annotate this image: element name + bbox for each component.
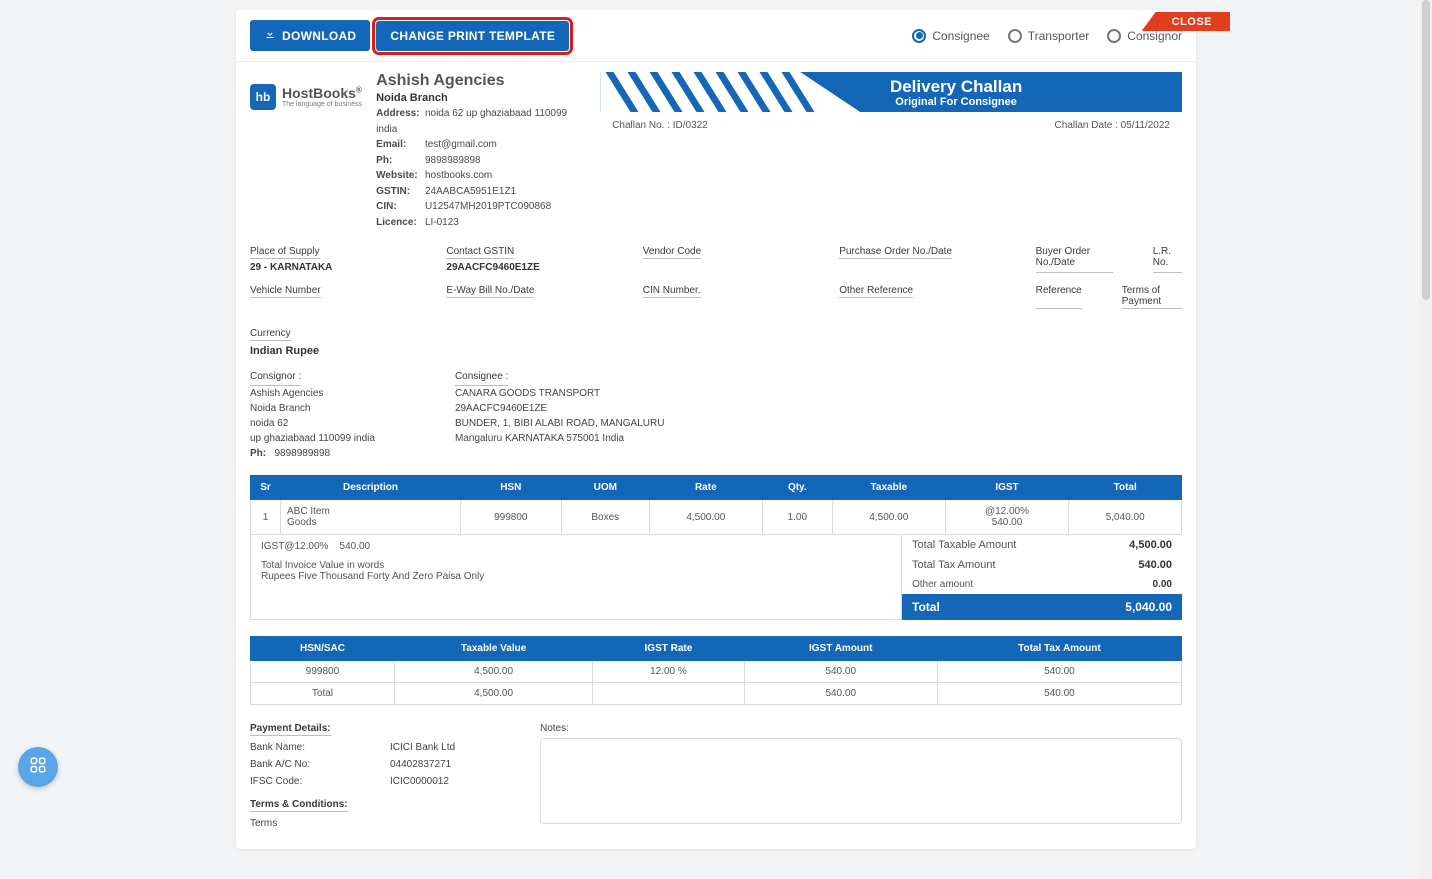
change-template-button[interactable]: CHANGE PRINT TEMPLATE — [376, 21, 569, 51]
buyer-order-label: Buyer Order No./Date — [1036, 246, 1113, 273]
lr-label: L.R. No. — [1153, 246, 1182, 273]
currency-label: Currency — [250, 328, 291, 341]
doc-subtitle: Original For Consignee — [895, 96, 1017, 108]
terms-payment-label: Terms of Payment — [1122, 285, 1182, 309]
po-label: Purchase Order No./Date — [839, 246, 952, 259]
company-branch: Noida Branch — [376, 92, 586, 104]
table-row: 1 ABC ItemGoods 999800 Boxes 4,500.00 1.… — [251, 500, 1182, 535]
radio-consignee[interactable]: Consignee — [912, 29, 989, 43]
payment-details: Payment Details: Bank Name:ICICI Bank Lt… — [250, 723, 510, 829]
grid-icon — [29, 756, 47, 779]
amount-in-words: IGST@12.00% 540.00 Total Invoice Value i… — [250, 535, 902, 620]
eway-label: E-Way Bill No./Date — [446, 285, 534, 298]
notes-section: Notes: — [540, 723, 1182, 829]
download-icon — [264, 28, 276, 43]
doc-title: Delivery Challan — [890, 77, 1022, 97]
consignor-block: Consignor : Ashish Agencies Noida Branch… — [250, 369, 375, 461]
close-button[interactable]: CLOSE — [1142, 12, 1230, 31]
challan-date: Challan Date : 05/11/2022 — [1055, 120, 1170, 131]
company-name: Ashish Agencies — [376, 72, 586, 90]
cin-label: CIN Number. — [643, 285, 701, 298]
info-grid: Place of Supply29 - KARNATAKA Contact GS… — [250, 246, 1182, 309]
doc-title-banner: Delivery Challan Original For Consignee — [600, 72, 1182, 112]
table-row: 9998004,500.0012.00 %540.00540.00 — [251, 661, 1182, 683]
radio-transporter[interactable]: Transporter — [1008, 29, 1090, 43]
download-button[interactable]: DOWNLOAD — [250, 20, 370, 51]
notes-box — [540, 738, 1182, 824]
copy-type-radios: Consignee Transporter Consignor — [912, 29, 1182, 43]
tax-summary-table: HSN/SAC Taxable Value IGST Rate IGST Amo… — [250, 636, 1182, 705]
table-row: Total4,500.00540.00540.00 — [251, 683, 1182, 705]
radio-icon — [1008, 29, 1022, 43]
currency-value: Indian Rupee — [250, 345, 1182, 357]
notes-label: Notes: — [540, 723, 569, 734]
consignee-block: Consignee : CANARA GOODS TRANSPORT 29AAC… — [455, 369, 665, 461]
vehicle-label: Vehicle Number — [250, 285, 321, 298]
terms-title: Terms & Conditions: — [250, 799, 348, 812]
vendor-code-label: Vendor Code — [643, 246, 701, 259]
reference-label: Reference — [1036, 285, 1082, 309]
otherref-label: Other Reference — [839, 285, 913, 298]
radio-icon — [912, 29, 926, 43]
company-block: Ashish Agencies Noida Branch Address: no… — [376, 72, 586, 230]
challan-no: Challan No. : ID/0322 — [612, 120, 708, 131]
logo-tagline: The language of business — [282, 101, 362, 108]
document-sheet: DOWNLOAD CHANGE PRINT TEMPLATE Consignee… — [236, 10, 1196, 849]
items-table: Sr Description HSN UOM Rate Qty. Taxable… — [250, 475, 1182, 535]
change-template-label: CHANGE PRINT TEMPLATE — [390, 29, 555, 43]
logo-mark: hb — [250, 84, 276, 110]
logo: hb HostBooks® The language of business — [250, 84, 362, 110]
terms-body: Terms — [250, 818, 510, 829]
radio-label: Consignee — [932, 29, 989, 43]
download-label: DOWNLOAD — [282, 29, 356, 43]
radio-label: Transporter — [1028, 29, 1090, 43]
place-of-supply: 29 - KARNATAKA — [250, 262, 396, 273]
radio-icon — [1107, 29, 1121, 43]
toolbar: DOWNLOAD CHANGE PRINT TEMPLATE Consignee… — [236, 10, 1196, 62]
contact-gstin: 29AACFC9460E1ZE — [446, 262, 592, 273]
logo-reg: ® — [356, 86, 362, 95]
totals: Total Taxable Amount4,500.00 Total Tax A… — [902, 535, 1182, 620]
scrollbar[interactable] — [1420, 0, 1432, 879]
apps-fab[interactable] — [18, 747, 58, 787]
logo-name: HostBooks — [282, 85, 356, 101]
